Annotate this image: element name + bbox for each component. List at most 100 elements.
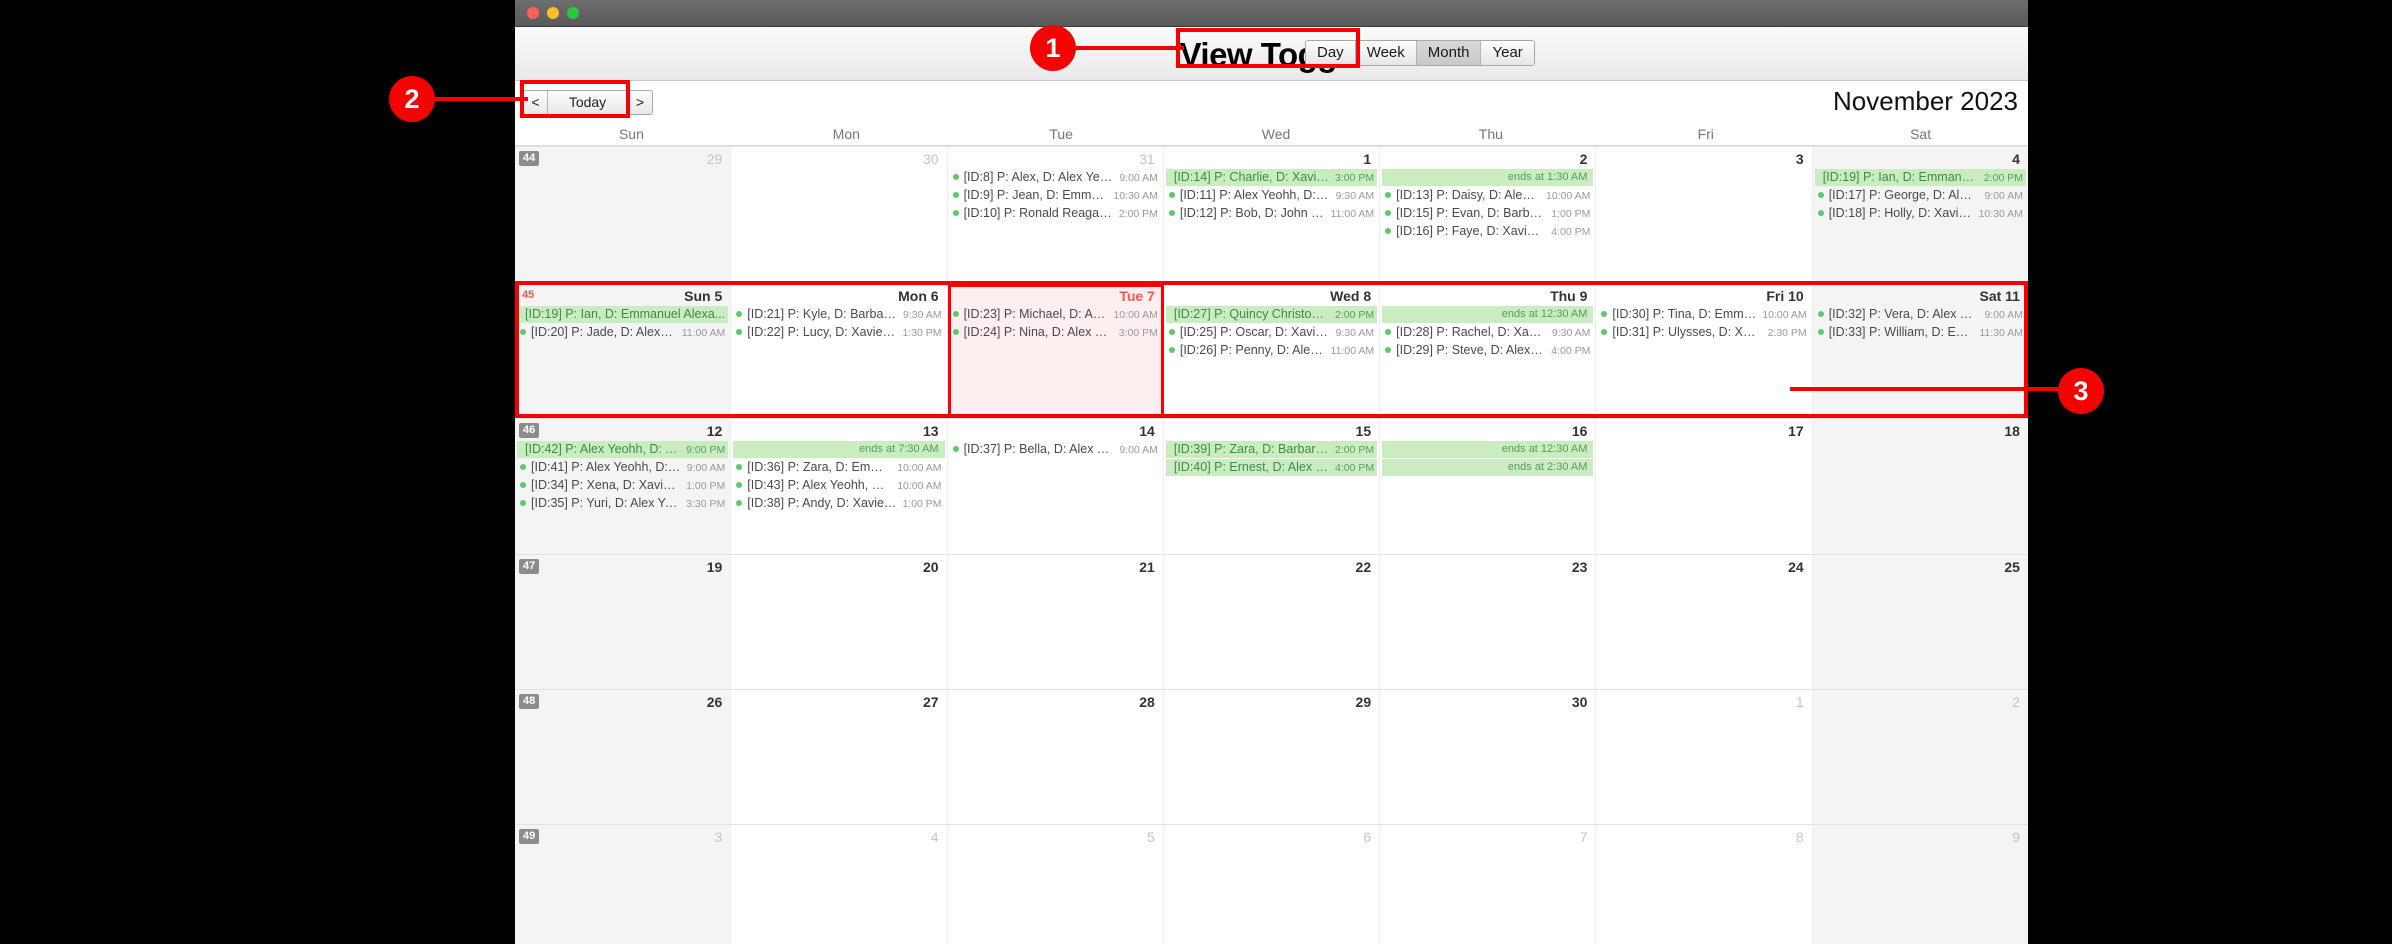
day-cell[interactable]: 29 xyxy=(515,147,732,282)
event-item[interactable]: [ID:13] P: Daisy, D: Alex Y... 10:00 AM xyxy=(1382,187,1593,204)
event-item[interactable]: [ID:17] P: George, D: Alex ... 9:00 AM xyxy=(1815,187,2026,204)
day-cell[interactable]: 30 xyxy=(731,147,948,282)
event-item[interactable]: [ID:20] P: Jade, D: Alex Ye... 11:00 AM xyxy=(517,324,728,341)
week-number-badge[interactable]: 44 xyxy=(519,151,540,166)
day-cell[interactable]: 16 ends at 12:30 AM ends at 2:30 AM xyxy=(1380,419,1597,554)
event-item[interactable]: [ID:41] P: Alex Yeohh, D: Al... 9:00 AM xyxy=(517,459,728,476)
day-cell[interactable]: 6 xyxy=(1163,824,1381,944)
day-number[interactable]: 14 xyxy=(948,421,1163,441)
event-item[interactable]: [ID:36] P: Zara, D: Emman... 10:00 AM xyxy=(733,459,944,476)
day-number[interactable]: 15 xyxy=(1164,421,1379,441)
event-item[interactable]: [ID:18] P: Holly, D: Xavier ... 10:30 AM xyxy=(1815,205,2026,222)
day-number[interactable]: 2 xyxy=(1813,692,2028,712)
event-item[interactable]: [ID:12] P: Bob, D: John Tan 11:00 AM xyxy=(1166,205,1377,222)
event-block[interactable]: [ID:42] P: Alex Yeohh, D: Al... 9:00 PM xyxy=(517,441,729,459)
event-continuation[interactable]: ends at 12:30 AM xyxy=(1382,441,1594,459)
day-number[interactable]: Wed 8 xyxy=(1164,286,1379,306)
day-cell[interactable]: 8 xyxy=(1596,824,1813,944)
event-item[interactable]: [ID:37] P: Bella, D: Alex Yeoh 9:00 AM xyxy=(950,441,1161,458)
event-continuation[interactable]: ends at 1:30 AM xyxy=(1382,169,1594,186)
view-toggle-segmented-control[interactable]: Day Week Month Year xyxy=(1305,40,1535,66)
day-number[interactable]: 3 xyxy=(515,827,730,847)
day-number[interactable]: 8 xyxy=(1596,827,1811,847)
day-number[interactable]: Fri 10 xyxy=(1596,286,1811,306)
day-cell[interactable]: 31 [ID:8] P: Alex, D: Alex Yeoh 9:00 AM [ID… xyxy=(947,147,1164,282)
view-option-year[interactable]: Year xyxy=(1481,41,1534,65)
event-item[interactable]: [ID:35] P: Yuri, D: Alex Yeoh 3:30 PM xyxy=(517,495,728,512)
day-number[interactable]: 26 xyxy=(515,692,730,712)
day-cell[interactable]: 12 [ID:42] P: Alex Yeohh, D: Al... 9:00 PM… xyxy=(515,419,732,554)
day-number[interactable]: 12 xyxy=(515,421,730,441)
day-cell[interactable]: 15 [ID:39] P: Zara, D: Barbara ... 2:00 PM… xyxy=(1163,419,1381,554)
event-item[interactable]: [ID:8] P: Alex, D: Alex Yeoh 9:00 AM xyxy=(950,169,1161,186)
day-cell[interactable]: 19 xyxy=(515,554,732,689)
day-number[interactable]: Sat 11 xyxy=(1813,286,2028,306)
day-number[interactable]: 1 xyxy=(1596,692,1811,712)
day-number[interactable]: 13 xyxy=(731,421,946,441)
today-navigation-group[interactable]: < Today > xyxy=(523,90,653,115)
day-cell[interactable]: 30 xyxy=(1380,689,1597,824)
day-cell[interactable]: 13 ends at 7:30 AM [ID:36] P: Zara, D: Emm… xyxy=(731,419,948,554)
event-block[interactable]: [ID:39] P: Zara, D: Barbara ... 2:00 PM xyxy=(1165,441,1378,459)
event-continuation[interactable]: ends at 12:30 AM xyxy=(1382,306,1594,324)
view-option-month[interactable]: Month xyxy=(1416,41,1482,65)
event-item[interactable]: [ID:11] P: Alex Yeohh, D: Al... 9:30 AM xyxy=(1166,187,1377,204)
event-item[interactable]: [ID:28] P: Rachel, D: Xavier... 9:30 AM xyxy=(1382,324,1593,341)
day-cell[interactable]: Wed 8 [ID:27] P: Quincy Christoph... 2:00 … xyxy=(1163,284,1381,419)
week-number-badge[interactable]: 47 xyxy=(519,558,540,574)
day-number[interactable]: 30 xyxy=(1380,692,1595,712)
event-item[interactable]: [ID:15] P: Evan, D: Barbara... 1:00 PM xyxy=(1382,205,1593,222)
day-cell[interactable]: 4 xyxy=(731,824,948,944)
minimize-icon[interactable] xyxy=(547,7,559,19)
event-item[interactable]: [ID:24] P: Nina, D: Alex Yeoh 3:00 PM xyxy=(950,324,1161,341)
day-number[interactable]: 21 xyxy=(948,557,1163,577)
day-cell[interactable]: Mon 6 [ID:21] P: Kyle, D: Barbara ... 9:30… xyxy=(731,284,948,419)
day-cell[interactable]: 14 [ID:37] P: Bella, D: Alex Yeoh 9:00 AM xyxy=(947,419,1164,554)
week-number-badge[interactable]: 48 xyxy=(519,693,540,709)
day-cell[interactable]: 21 xyxy=(947,554,1164,689)
event-block[interactable]: [ID:14] P: Charlie, D: Xavier... 3:00 PM xyxy=(1165,169,1378,186)
day-cell-today[interactable]: Tue 7 [ID:23] P: Michael, D: Alex... 10:00… xyxy=(947,284,1164,419)
day-cell[interactable]: 1 [ID:14] P: Charlie, D: Xavier... 3:00 PM… xyxy=(1163,147,1381,282)
maximize-icon[interactable] xyxy=(567,7,579,19)
week-number-badge[interactable]: 45 xyxy=(519,288,538,303)
day-cell[interactable]: 3 xyxy=(1596,147,1813,282)
day-cell[interactable]: 18 xyxy=(1812,419,2028,554)
event-block[interactable]: [ID:19] P: Ian, D: Emmanue... 2:00 PM xyxy=(1814,169,2026,186)
week-number-badge[interactable]: 46 xyxy=(519,423,540,439)
day-number[interactable]: 3 xyxy=(1596,149,1811,169)
event-continuation[interactable]: ends at 2:30 AM xyxy=(1382,459,1594,477)
week-number-badge[interactable]: 49 xyxy=(519,828,540,844)
event-item[interactable]: [ID:23] P: Michael, D: Alex... 10:00 AM xyxy=(950,306,1161,323)
today-button[interactable]: Today xyxy=(548,91,628,114)
event-block[interactable]: [ID:40] P: Ernest, D: Alex Y... 4:00 PM xyxy=(1165,459,1378,477)
day-number[interactable]: 29 xyxy=(1164,692,1379,712)
day-number[interactable]: 20 xyxy=(731,557,946,577)
close-icon[interactable] xyxy=(527,7,539,19)
day-cell[interactable]: 22 xyxy=(1163,554,1381,689)
day-number[interactable]: 30 xyxy=(731,149,946,169)
day-cell[interactable]: 26 xyxy=(515,689,732,824)
event-item[interactable]: [ID:30] P: Tina, D: Emman... 10:00 AM xyxy=(1598,306,1809,323)
day-cell[interactable]: 29 xyxy=(1163,689,1381,824)
day-number[interactable]: 17 xyxy=(1596,421,1811,441)
event-item[interactable]: [ID:9] P: Jean, D: Emmanu... 10:30 AM xyxy=(950,187,1161,204)
day-cell[interactable]: 20 xyxy=(731,554,948,689)
view-option-week[interactable]: Week xyxy=(1355,41,1417,65)
event-item[interactable]: [ID:34] P: Xena, D: Xavier ... 1:00 PM xyxy=(517,477,728,494)
event-item[interactable]: [ID:43] P: Alex Yeohh, D: ... 10:00 AM xyxy=(733,477,944,494)
day-number[interactable]: 22 xyxy=(1164,557,1379,577)
event-item[interactable]: [ID:26] P: Penny, D: Alex ... 11:00 AM xyxy=(1166,342,1377,359)
event-continuation[interactable]: ends at 7:30 AM xyxy=(733,441,945,459)
day-number[interactable]: 18 xyxy=(1813,421,2028,441)
event-item[interactable]: [ID:33] P: William, D: Emm... 11:30 AM xyxy=(1815,324,2026,341)
day-number[interactable]: Mon 6 xyxy=(731,286,946,306)
day-number[interactable]: 19 xyxy=(515,557,730,577)
day-number[interactable]: 4 xyxy=(731,827,946,847)
event-item[interactable]: [ID:32] P: Vera, D: Alex Yeoh 9:00 AM xyxy=(1815,306,2026,323)
day-number[interactable]: 16 xyxy=(1380,421,1595,441)
day-cell[interactable]: 2 xyxy=(1812,689,2028,824)
event-item[interactable]: [ID:10] P: Ronald Reagan, ... 2:00 PM xyxy=(950,205,1161,222)
event-item[interactable]: [ID:25] P: Oscar, D: Xavier ... 9:30 AM xyxy=(1166,324,1377,341)
day-cell[interactable]: 1 xyxy=(1596,689,1813,824)
